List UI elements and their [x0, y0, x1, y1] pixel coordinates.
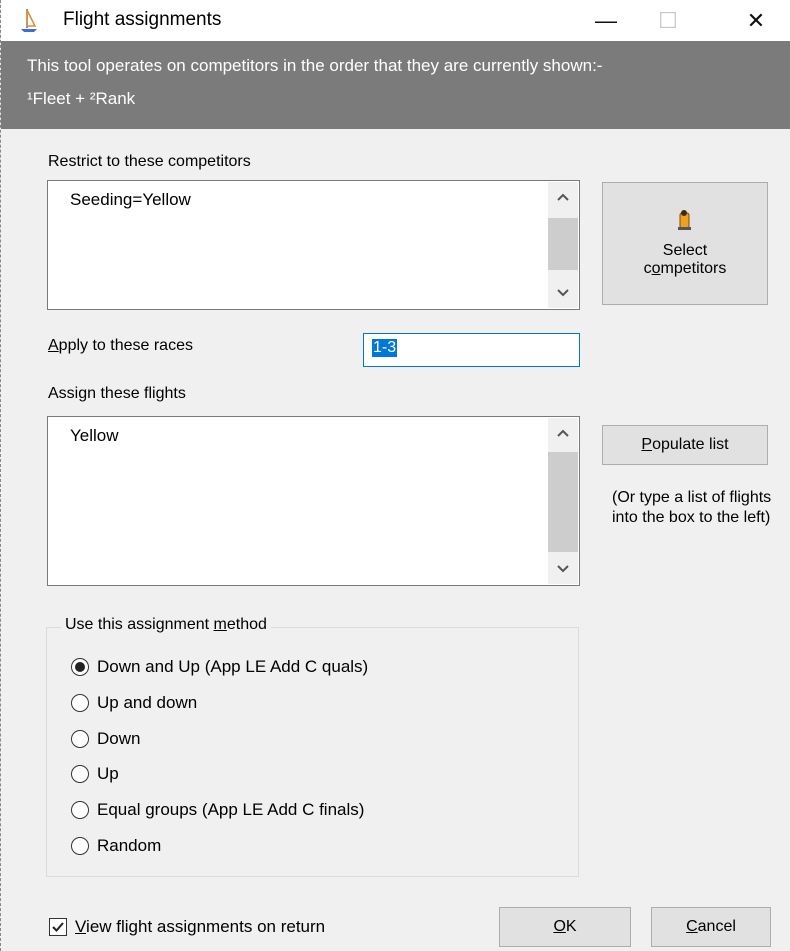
ok-label: OK — [553, 918, 577, 935]
chevron-up-icon — [557, 429, 569, 437]
chevron-down-icon — [557, 289, 569, 297]
assignment-method-group: Use this assignment method Down and Up (… — [46, 616, 579, 877]
chevron-up-icon — [557, 193, 569, 201]
radio-up-and-down[interactable]: Up and down — [71, 690, 197, 716]
races-input[interactable]: 1-3 — [363, 333, 580, 367]
radio-down[interactable]: Down — [71, 726, 140, 752]
view-assignments-checkbox-row[interactable]: View flight assignments on return — [49, 915, 325, 939]
list-item[interactable]: Yellow — [70, 426, 119, 446]
populate-label: Populate list — [641, 436, 729, 453]
radio-up[interactable]: Up — [71, 761, 119, 787]
select-label-line1: Select — [662, 242, 708, 259]
banner-line-2: ¹Fleet + ²Rank — [27, 89, 136, 108]
info-banner: This tool operates on competitors in the… — [1, 41, 790, 129]
dialog-window: Flight assignments — ☐ ✕ This tool opera… — [0, 0, 790, 951]
populate-list-button[interactable]: Populate list — [602, 425, 768, 465]
chevron-down-icon — [557, 565, 569, 573]
restrict-scrollbar[interactable] — [548, 182, 578, 308]
group-title: Use this assignment method — [61, 616, 271, 634]
checkbox[interactable] — [49, 918, 67, 936]
races-input-value: 1-3 — [372, 339, 398, 357]
close-icon: ✕ — [746, 7, 766, 33]
cancel-button[interactable]: Cancel — [651, 907, 771, 947]
window-title: Flight assignments — [63, 9, 222, 30]
ok-button[interactable]: OK — [499, 907, 631, 947]
maximize-icon: ☐ — [658, 7, 678, 33]
flights-hint-text: (Or type a list of flights into the box … — [612, 489, 772, 526]
scroll-thumb[interactable] — [548, 452, 578, 552]
scroll-up-button[interactable] — [548, 182, 578, 212]
races-label: Apply to these races — [48, 337, 193, 354]
maximize-button: ☐ — [637, 0, 699, 41]
competitor-icon — [676, 209, 694, 236]
select-label-line2: competitors — [643, 260, 727, 277]
select-competitors-button[interactable]: Select competitors — [602, 182, 768, 305]
close-button[interactable]: ✕ — [721, 0, 790, 41]
scroll-down-button[interactable] — [548, 554, 578, 584]
radio-button[interactable] — [71, 765, 89, 783]
radio-button[interactable] — [71, 837, 89, 855]
title-bar[interactable]: Flight assignments — ☐ ✕ — [1, 0, 790, 41]
scroll-down-button[interactable] — [548, 278, 578, 308]
minimize-button[interactable]: — — [575, 0, 637, 41]
radio-button[interactable] — [71, 694, 89, 712]
radio-button[interactable] — [71, 658, 89, 676]
restrict-label: Restrict to these competitors — [48, 153, 251, 170]
list-item[interactable]: Seeding=Yellow — [70, 190, 191, 210]
flights-label: Assign these flights — [48, 385, 186, 402]
sailboat-icon — [19, 7, 39, 33]
restrict-listbox[interactable]: Seeding=Yellow — [47, 180, 580, 310]
scroll-up-button[interactable] — [548, 418, 578, 448]
minimize-icon: — — [595, 7, 617, 33]
scroll-thumb[interactable] — [548, 218, 578, 270]
banner-line-1: This tool operates on competitors in the… — [27, 56, 603, 75]
radio-random[interactable]: Random — [71, 833, 161, 859]
view-assignments-label: View flight assignments on return — [75, 917, 326, 936]
radio-button[interactable] — [71, 801, 89, 819]
radio-equal-groups[interactable]: Equal groups (App LE Add C finals) — [71, 797, 364, 823]
flights-scrollbar[interactable] — [548, 418, 578, 584]
flights-listbox[interactable]: Yellow — [47, 416, 580, 586]
radio-button[interactable] — [71, 730, 89, 748]
radio-down-and-up[interactable]: Down and Up (App LE Add C quals) — [71, 654, 368, 680]
checkmark-icon — [52, 922, 64, 932]
cancel-label: Cancel — [686, 918, 736, 935]
